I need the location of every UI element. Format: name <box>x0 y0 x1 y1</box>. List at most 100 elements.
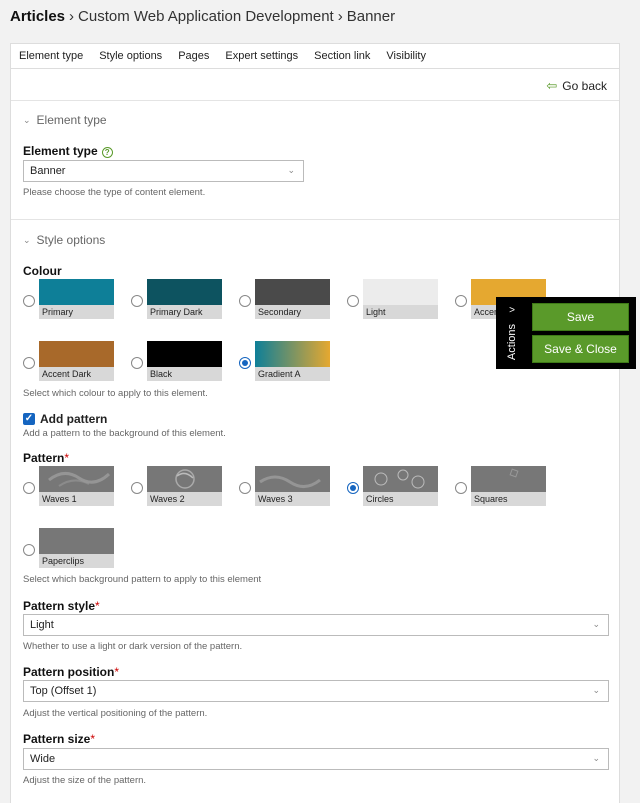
pattern-preview <box>471 466 546 492</box>
pattern-preview <box>39 528 114 554</box>
pattern-size-value: Wide <box>30 753 56 765</box>
pattern-style-label: Pattern style* <box>23 599 100 613</box>
colour-radio-accent-dark[interactable] <box>23 357 35 369</box>
save-close-button[interactable]: Save & Close <box>532 335 629 363</box>
swatch-caption: Light <box>363 305 438 319</box>
pattern-preview <box>39 466 114 492</box>
pattern-radio-paperclips[interactable] <box>23 544 35 556</box>
required-marker: * <box>114 665 120 679</box>
colour-radio-light[interactable] <box>347 295 359 307</box>
breadcrumb-item-article[interactable]: Custom Web Application Development <box>78 8 334 25</box>
pattern-option-squares: Squares <box>455 466 560 510</box>
chevron-right-icon: > <box>509 305 515 317</box>
pattern-option-waves-1: Waves 1 <box>23 466 128 510</box>
pattern-preview <box>147 466 222 492</box>
colour-radio-accent[interactable] <box>455 295 467 307</box>
swatch-caption: Squares <box>471 492 546 506</box>
pattern-style-select[interactable]: Light ⌄ <box>23 614 609 636</box>
pattern-thumb-waves-3[interactable]: Waves 3 <box>255 466 330 506</box>
colour-radio-gradient-a[interactable] <box>239 357 251 369</box>
required-marker: * <box>95 599 100 613</box>
go-back-icon: ⇦ <box>546 78 558 93</box>
swatch-fill <box>255 341 330 367</box>
breadcrumb: Articles › Custom Web Application Developm… <box>10 8 395 25</box>
pattern-position-label: Pattern position* <box>23 665 120 679</box>
pattern-thumb-circles[interactable]: Circles <box>363 466 438 506</box>
pattern-preview <box>255 466 330 492</box>
colour-radio-primary[interactable] <box>23 295 35 307</box>
colour-swatch-gradient-a[interactable]: Gradient A <box>255 341 330 381</box>
chevron-down-icon: ⌄ <box>592 619 600 629</box>
swatch-fill <box>363 279 438 305</box>
tab-visibility[interactable]: Visibility <box>386 50 426 62</box>
tab-element-type[interactable]: Element type <box>19 50 83 62</box>
element-type-label: Element type? <box>23 144 113 158</box>
pattern-thumb-waves-2[interactable]: Waves 2 <box>147 466 222 506</box>
pattern-thumb-waves-1[interactable]: Waves 1 <box>39 466 114 506</box>
section-toggle-style-options[interactable]: ⌄ Style options <box>23 233 105 247</box>
pattern-radio-waves-1[interactable] <box>23 482 35 494</box>
tab-expert-settings[interactable]: Expert settings <box>225 50 298 62</box>
element-type-value: Banner <box>30 165 66 177</box>
colour-swatch-accent-dark[interactable]: Accent Dark <box>39 341 114 381</box>
colour-option-gradient-a: Gradient A <box>239 341 344 385</box>
pattern-option-paperclips: Paperclips <box>23 528 128 572</box>
pattern-hint: Select which background pattern to apply… <box>23 574 262 585</box>
section-title: Element type <box>36 113 107 127</box>
pattern-size-hint: Adjust the size of the pattern. <box>23 775 147 786</box>
help-icon[interactable]: ? <box>101 147 113 158</box>
swatch-caption: Primary <box>39 305 114 319</box>
required-marker: * <box>90 732 96 746</box>
colour-radio-secondary[interactable] <box>239 295 251 307</box>
swatch-caption: Secondary <box>255 305 330 319</box>
pattern-radio-waves-2[interactable] <box>131 482 143 494</box>
pattern-radio-circles[interactable] <box>347 482 359 494</box>
colour-swatch-primary-dark[interactable]: Primary Dark <box>147 279 222 319</box>
colour-option-secondary: Secondary <box>239 279 344 323</box>
colour-option-light: Light <box>347 279 452 323</box>
colour-radio-black[interactable] <box>131 357 143 369</box>
colour-option-primary-dark: Primary Dark <box>131 279 236 323</box>
breadcrumb-item-current: Banner <box>346 8 396 25</box>
chevron-down-icon: ⌄ <box>23 234 31 245</box>
go-back-button[interactable]: ⇦ Go back <box>546 78 607 94</box>
pattern-radio-waves-3[interactable] <box>239 482 251 494</box>
pattern-position-select[interactable]: Top (Offset 1) ⌄ <box>23 680 609 702</box>
element-type-select[interactable]: Banner ⌄ <box>23 160 304 182</box>
colour-swatch-primary[interactable]: Primary <box>39 279 114 319</box>
element-type-hint: Please choose the type of content elemen… <box>23 187 206 198</box>
swatch-fill <box>39 341 114 367</box>
tab-section-link[interactable]: Section link <box>314 50 370 62</box>
chevron-down-icon: ⌄ <box>592 753 600 763</box>
swatch-caption: Waves 3 <box>255 492 330 506</box>
colour-option-accent-dark: Accent Dark <box>23 341 128 385</box>
tab-pages[interactable]: Pages <box>178 50 209 62</box>
swatch-fill <box>39 279 114 305</box>
colour-swatch-light[interactable]: Light <box>363 279 438 319</box>
pattern-size-label: Pattern size* <box>23 732 96 746</box>
add-pattern-checkbox[interactable]: ✓ Add pattern <box>23 412 107 426</box>
pattern-thumb-paperclips[interactable]: Paperclips <box>39 528 114 568</box>
swatch-caption: Gradient A <box>255 367 330 381</box>
colour-swatch-black[interactable]: Black <box>147 341 222 381</box>
tab-style-options[interactable]: Style options <box>99 50 162 62</box>
colour-option-primary: Primary <box>23 279 128 323</box>
swatch-caption: Circles <box>363 492 438 506</box>
breadcrumb-root[interactable]: Articles <box>10 8 65 25</box>
swatch-caption: Waves 2 <box>147 492 222 506</box>
colour-swatch-secondary[interactable]: Secondary <box>255 279 330 319</box>
actions-toggle[interactable]: > Actions <box>496 297 528 369</box>
pattern-thumb-squares[interactable]: Squares <box>471 466 546 506</box>
colour-radio-primary-dark[interactable] <box>131 295 143 307</box>
pattern-size-select[interactable]: Wide ⌄ <box>23 748 609 770</box>
swatch-caption: Waves 1 <box>39 492 114 506</box>
divider <box>11 219 619 220</box>
pattern-preview <box>363 466 438 492</box>
swatch-caption: Accent Dark <box>39 367 114 381</box>
pattern-radio-squares[interactable] <box>455 482 467 494</box>
swatch-fill <box>147 341 222 367</box>
save-button[interactable]: Save <box>532 303 629 331</box>
swatch-caption: Primary Dark <box>147 305 222 319</box>
actions-tab-label: Actions <box>506 324 518 361</box>
section-toggle-element-type[interactable]: ⌄ Element type <box>23 113 107 127</box>
